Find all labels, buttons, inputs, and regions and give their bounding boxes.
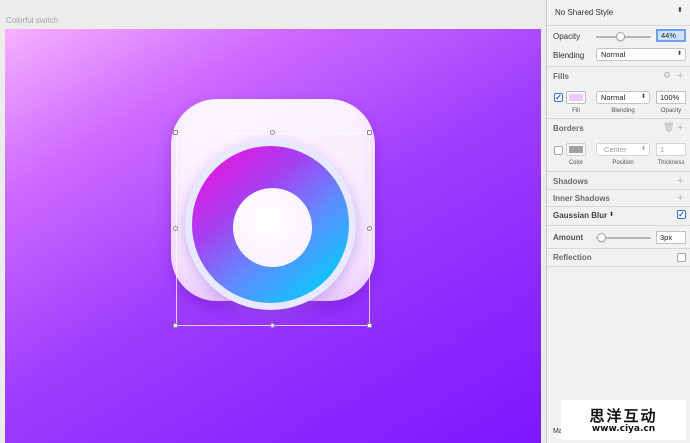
amount-label: Amount	[553, 233, 584, 242]
border-color-well[interactable]	[566, 143, 586, 156]
fills-title: Fills	[553, 72, 570, 81]
canvas-area[interactable]: Colorful switch	[0, 0, 546, 443]
divider	[547, 25, 690, 26]
resize-handle-top[interactable]	[270, 130, 275, 135]
trash-icon[interactable]: 🗑	[663, 122, 674, 133]
amount-input[interactable]: 3px	[656, 231, 686, 244]
chevron-updown-icon: ⬍	[676, 51, 682, 57]
chevron-updown-icon[interactable]: ⬍	[609, 211, 614, 218]
amount-slider-knob[interactable]	[597, 233, 606, 242]
resize-handle-bottom[interactable]	[270, 323, 275, 328]
artboard-title[interactable]: Colorful switch	[6, 16, 58, 25]
fill-blending-select[interactable]: Normal ⬍	[596, 91, 650, 104]
shared-style-label: No Shared Style	[555, 8, 614, 17]
blending-select-value: Normal	[601, 50, 626, 59]
border-thickness-input[interactable]: 1	[656, 143, 686, 156]
divider	[547, 248, 690, 249]
divider	[547, 171, 690, 172]
fill-caption: Fill	[572, 108, 580, 114]
border-color-caption: Color	[568, 160, 584, 166]
gear-icon[interactable]: ⚙	[663, 70, 671, 81]
resize-handle-bottom-left[interactable]	[173, 323, 178, 328]
shadows-title: Shadows	[553, 177, 589, 186]
border-position-caption: Position	[612, 160, 634, 166]
fill-blending-caption: Blending	[611, 108, 635, 114]
add-border-plus-icon[interactable]: +	[677, 123, 683, 134]
reflection-checkbox[interactable]	[677, 253, 686, 262]
watermark-url-text: www.ciya.cn	[591, 424, 656, 434]
border-position-value: Center	[604, 145, 627, 154]
add-inner-shadow-plus-icon[interactable]: +	[677, 193, 683, 204]
resize-handle-right[interactable]	[367, 226, 372, 231]
fill-color-well[interactable]	[566, 91, 586, 104]
blending-select[interactable]: Normal ⬍	[596, 48, 686, 61]
opacity-input[interactable]: 44%	[656, 29, 686, 42]
borders-title: Borders	[553, 124, 584, 133]
inspector-panel: No Shared Style ⬍ Opacity 44% Blending N…	[546, 0, 690, 443]
fill-opacity-input[interactable]: 100%	[656, 91, 686, 104]
watermark-chinese-text: 思洋互动	[589, 407, 658, 425]
divider	[547, 189, 690, 190]
gaussian-blur-title: Gaussian Blur	[553, 211, 608, 220]
divider	[547, 266, 690, 267]
divider	[547, 66, 690, 67]
chevron-updown-icon: ⬍	[640, 146, 646, 152]
watermark: 思洋互动 www.ciya.cn	[561, 400, 686, 440]
fill-opacity-caption: Opacity	[660, 108, 682, 114]
inner-shadows-title: Inner Shadows	[553, 194, 610, 203]
border-enabled-checkbox[interactable]	[554, 146, 563, 155]
resize-handle-top-right[interactable]	[367, 130, 372, 135]
chevron-updown-icon: ⬍	[677, 7, 683, 14]
opacity-slider-knob[interactable]	[616, 32, 625, 41]
fill-enabled-checkbox[interactable]: ✓	[554, 93, 563, 102]
shared-style-row[interactable]: No Shared Style ⬍	[547, 0, 690, 25]
divider	[547, 225, 690, 226]
opacity-label: Opacity	[553, 32, 581, 41]
chevron-updown-icon: ⬍	[640, 94, 646, 100]
resize-handle-left[interactable]	[173, 226, 178, 231]
resize-handle-bottom-right[interactable]	[367, 323, 372, 328]
border-color-swatch	[569, 146, 583, 153]
add-shadow-plus-icon[interactable]: +	[677, 176, 683, 187]
resize-handle-top-left[interactable]	[173, 130, 178, 135]
blending-label: Blending	[553, 51, 585, 60]
border-position-select[interactable]: Center ⬍	[596, 143, 650, 156]
fill-color-swatch	[569, 94, 583, 101]
add-fill-plus-icon[interactable]: +	[677, 71, 683, 82]
reflection-title: Reflection	[553, 253, 592, 262]
selection-box	[176, 133, 370, 326]
fill-blending-value: Normal	[601, 93, 626, 102]
border-thickness-caption: Thickness	[657, 160, 685, 166]
gaussian-blur-checkbox[interactable]: ✓	[677, 210, 686, 219]
gaussian-blur-row[interactable]: Gaussian Blur ⬍	[547, 207, 690, 225]
divider	[547, 118, 690, 119]
